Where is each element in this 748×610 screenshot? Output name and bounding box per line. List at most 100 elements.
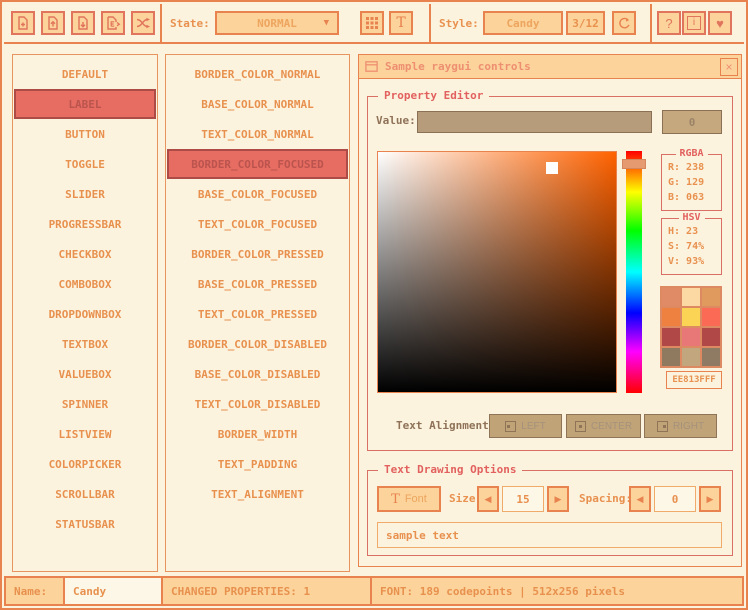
text-alignment-label: Text Alignment: [396,419,495,432]
reload-icon [617,16,632,31]
color-swatch[interactable] [702,288,720,306]
style-dropdown[interactable]: Candy [483,11,563,35]
help-button[interactable]: ? [657,11,681,35]
color-swatch[interactable] [662,348,680,366]
list-item[interactable]: DEFAULT [13,59,157,89]
color-swatch[interactable] [682,288,700,306]
list-item[interactable]: TEXTBOX [13,329,157,359]
value-slider[interactable] [417,111,652,133]
toolbar-divider [650,4,652,42]
state-dropdown[interactable]: NORMAL ▼ [215,11,339,35]
rgba-b-value: B: 063 [662,190,721,205]
size-decrease-button[interactable]: ◀ [477,486,499,512]
hue-slider-handle[interactable] [622,159,646,169]
list-item[interactable]: BORDER_COLOR_FOCUSED [167,149,348,179]
hue-slider[interactable] [622,151,646,393]
color-swatch[interactable] [662,288,680,306]
list-item[interactable]: TOGGLE [13,149,157,179]
export-style-button[interactable] [101,11,125,35]
color-picker-cursor[interactable] [546,162,558,174]
color-picker-area[interactable] [377,151,617,393]
random-style-button[interactable] [131,11,155,35]
font-button-label: Font [405,493,427,505]
list-item[interactable]: LABEL [14,89,156,119]
align-center-button[interactable]: CENTER [566,414,641,438]
sponsor-button[interactable]: ♥ [708,11,732,35]
save-style-button[interactable] [71,11,95,35]
text-drawing-options-title: Text Drawing Options [378,463,522,476]
color-swatch[interactable] [662,308,680,326]
list-item[interactable]: TEXT_COLOR_FOCUSED [166,209,349,239]
grid-toggle-button[interactable] [360,11,384,35]
rgba-g-value: G: 129 [662,175,721,190]
list-item[interactable]: TEXT_ALIGNMENT [166,479,349,509]
question-icon: ? [665,17,672,30]
list-item[interactable]: BASE_COLOR_NORMAL [166,89,349,119]
list-item[interactable]: DROPDOWNBOX [13,299,157,329]
list-item[interactable]: SCROLLBAR [13,479,157,509]
list-item[interactable]: TEXT_COLOR_DISABLED [166,389,349,419]
list-item[interactable]: SLIDER [13,179,157,209]
font-button[interactable]: T Font [377,486,441,512]
window-title: Sample raygui controls [385,60,531,73]
list-item[interactable]: BASE_COLOR_PRESSED [166,269,349,299]
list-item[interactable]: BORDER_COLOR_PRESSED [166,239,349,269]
style-name-input[interactable]: Candy [63,576,163,606]
color-swatch[interactable] [682,348,700,366]
size-increase-button[interactable]: ▶ [547,486,569,512]
grid-icon [365,16,379,30]
property-editor-group: Property Editor Value: 0 RGBA R: 238 G: … [367,96,733,451]
list-item[interactable]: STATUSBAR [13,509,157,539]
list-item[interactable]: CHECKBOX [13,239,157,269]
text-drawing-options-group: Text Drawing Options T Font Size: ◀ 15 ▶… [367,470,733,556]
state-dropdown-value: NORMAL [257,17,297,30]
sample-text-input[interactable]: sample text [377,522,722,548]
color-swatch-palette [660,286,722,368]
list-item[interactable]: TEXT_COLOR_NORMAL [166,119,349,149]
list-item[interactable]: VALUEBOX [13,359,157,389]
load-style-button[interactable] [41,11,65,35]
list-item[interactable]: TEXT_COLOR_PRESSED [166,299,349,329]
list-item[interactable]: BORDER_COLOR_DISABLED [166,329,349,359]
text-preview-button[interactable]: T [389,11,413,35]
spacing-increase-button[interactable]: ▶ [699,486,721,512]
hex-color-input[interactable]: EE813FFF [666,371,722,389]
list-item[interactable]: BASE_COLOR_DISABLED [166,359,349,389]
align-right-button[interactable]: RIGHT [644,414,717,438]
color-swatch[interactable] [662,328,680,346]
new-style-button[interactable] [11,11,35,35]
spacing-decrease-button[interactable]: ◀ [629,486,651,512]
arrow-left-icon: ◀ [637,494,644,505]
list-item[interactable]: PROGRESSBAR [13,209,157,239]
toolbar: State: NORMAL ▼ T Style: Candy 3/12 ? i … [4,4,744,44]
close-button[interactable]: × [720,58,738,76]
file-up-icon [45,15,61,31]
color-swatch[interactable] [682,328,700,346]
list-item[interactable]: COMBOBOX [13,269,157,299]
spacing-value-box[interactable]: 0 [654,486,696,512]
color-swatch[interactable] [702,348,720,366]
window-titlebar[interactable]: Sample raygui controls × [359,55,741,79]
color-swatch[interactable] [682,308,700,326]
list-item[interactable]: BASE_COLOR_FOCUSED [166,179,349,209]
rguistyler-app: State: NORMAL ▼ T Style: Candy 3/12 ? i … [0,0,748,610]
list-item[interactable]: SPINNER [13,389,157,419]
color-swatch[interactable] [702,308,720,326]
hue-gradient-bar[interactable] [626,151,642,393]
reload-style-button[interactable] [612,11,636,35]
list-item[interactable]: BORDER_WIDTH [166,419,349,449]
value-box[interactable]: 0 [662,110,722,134]
list-item[interactable]: TEXT_PADDING [166,449,349,479]
file-export-icon [105,15,121,31]
list-item[interactable]: BORDER_COLOR_NORMAL [166,59,349,89]
color-swatch[interactable] [702,328,720,346]
list-item[interactable]: COLORPICKER [13,449,157,479]
about-button[interactable]: i [682,11,706,35]
align-left-button[interactable]: LEFT [489,414,562,438]
rgba-r-value: R: 238 [662,160,721,175]
properties-list: BORDER_COLOR_NORMALBASE_COLOR_NORMALTEXT… [165,54,350,572]
size-value-box[interactable]: 15 [502,486,544,512]
list-item[interactable]: BUTTON [13,119,157,149]
rgba-group: RGBA R: 238 G: 129 B: 063 [661,154,722,211]
list-item[interactable]: LISTVIEW [13,419,157,449]
